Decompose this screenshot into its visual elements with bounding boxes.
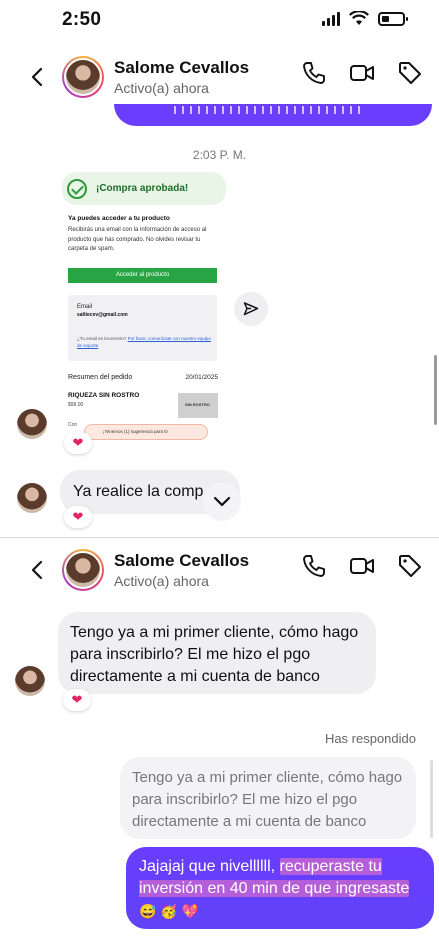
contact-name: Salome Cevallos (114, 58, 250, 77)
contact-status: Activo(a) ahora (114, 573, 209, 589)
contact-avatar[interactable] (62, 56, 104, 98)
sent-message-bubble[interactable]: Jajajaj que nivellllll, recuperaste tu i… (126, 847, 434, 929)
access-product-button: Acceder al producto (68, 268, 217, 283)
sender-avatar[interactable] (15, 666, 45, 696)
sender-avatar[interactable] (17, 409, 47, 439)
contact-status: Activo(a) ahora (114, 80, 209, 96)
send-icon (243, 302, 259, 316)
scroll-down-button[interactable] (203, 483, 241, 521)
contact-info[interactable]: Salome Cevallos Activo(a) ahora (114, 58, 249, 96)
product-thumbnail: SIN ROSTRO (178, 393, 218, 418)
tag-icon[interactable] (397, 60, 423, 86)
product-name: RIQUEZA SIN ROSTRO (68, 392, 140, 399)
heart-reaction[interactable]: ❤ (63, 689, 91, 711)
video-icon[interactable] (349, 553, 375, 579)
heart-reaction[interactable]: ❤ (64, 432, 92, 454)
chat-header-second: Salome Cevallos Activo(a) ahora (0, 541, 439, 599)
email-value: salitecev@gmail.com (77, 312, 128, 318)
check-circle-icon (67, 178, 87, 199)
video-icon[interactable] (349, 60, 375, 86)
quoted-message[interactable]: Tengo ya a mi primer cliente, cómo hago … (120, 757, 416, 839)
share-button[interactable] (234, 292, 268, 326)
contact-name: Salome Cevallos (114, 551, 250, 570)
back-arrow-icon[interactable] (28, 560, 48, 580)
email-note: ¿Tu email es incorrecto? Por favor, comu… (77, 335, 212, 349)
order-date: 20/01/2025 (185, 374, 218, 381)
voice-message-bubble[interactable] (114, 104, 432, 126)
order-summary-label: Resumen del pedido (68, 374, 133, 381)
access-heading: Ya puedes acceder a tu producto (68, 215, 170, 222)
reply-indicator-bar (430, 760, 433, 838)
incoming-message-bubble[interactable]: Tengo ya a mi primer cliente, cómo hago … (58, 612, 376, 694)
heart-reaction[interactable]: ❤ (64, 506, 92, 528)
wifi-icon (349, 11, 369, 25)
contact-info[interactable]: Salome Cevallos Activo(a) ahora (114, 551, 249, 589)
suggestion-banner: ¡Tenemos (1) sugerencia para ti! (84, 424, 208, 440)
back-arrow-icon[interactable] (28, 67, 48, 87)
status-icons (322, 11, 408, 26)
access-body: Recibirás una email con la información d… (68, 227, 207, 252)
chevron-down-icon (213, 496, 231, 507)
sent-message-text: Jajajaj que nivellllll, (139, 858, 280, 875)
message-timestamp: 2:03 P. M. (192, 148, 247, 162)
approved-title: ¡Compra aprobada! (96, 183, 189, 194)
status-time: 2:50 (62, 9, 102, 30)
tag-icon[interactable] (397, 553, 423, 579)
product-thumbnail-text: SIN ROSTRO (185, 402, 210, 407)
approved-banner: ¡Compra aprobada! (62, 172, 226, 205)
email-box: Email salitecev@gmail.com ¿Tu email es i… (68, 295, 217, 361)
emoji-group: 😅🥳💖 (139, 903, 204, 919)
sender-avatar[interactable] (17, 483, 47, 513)
product-price: $99.00 (68, 402, 84, 408)
scrollbar[interactable] (434, 355, 437, 425)
cellular-signal-icon (322, 11, 340, 26)
contact-avatar[interactable] (62, 549, 104, 591)
email-note-prefix: ¿Tu email es incorrecto? (77, 336, 127, 341)
replied-label: Has respondido (324, 731, 416, 746)
email-label: Email (77, 304, 93, 310)
shared-screenshot[interactable]: ¡Compra aprobada! Ya puedes acceder a tu… (62, 168, 226, 440)
truncated-text: Con (68, 422, 78, 428)
battery-icon (378, 11, 408, 26)
chat-header: Salome Cevallos Activo(a) ahora (0, 48, 439, 106)
phone-icon[interactable] (301, 553, 327, 579)
phone-icon[interactable] (301, 60, 327, 86)
